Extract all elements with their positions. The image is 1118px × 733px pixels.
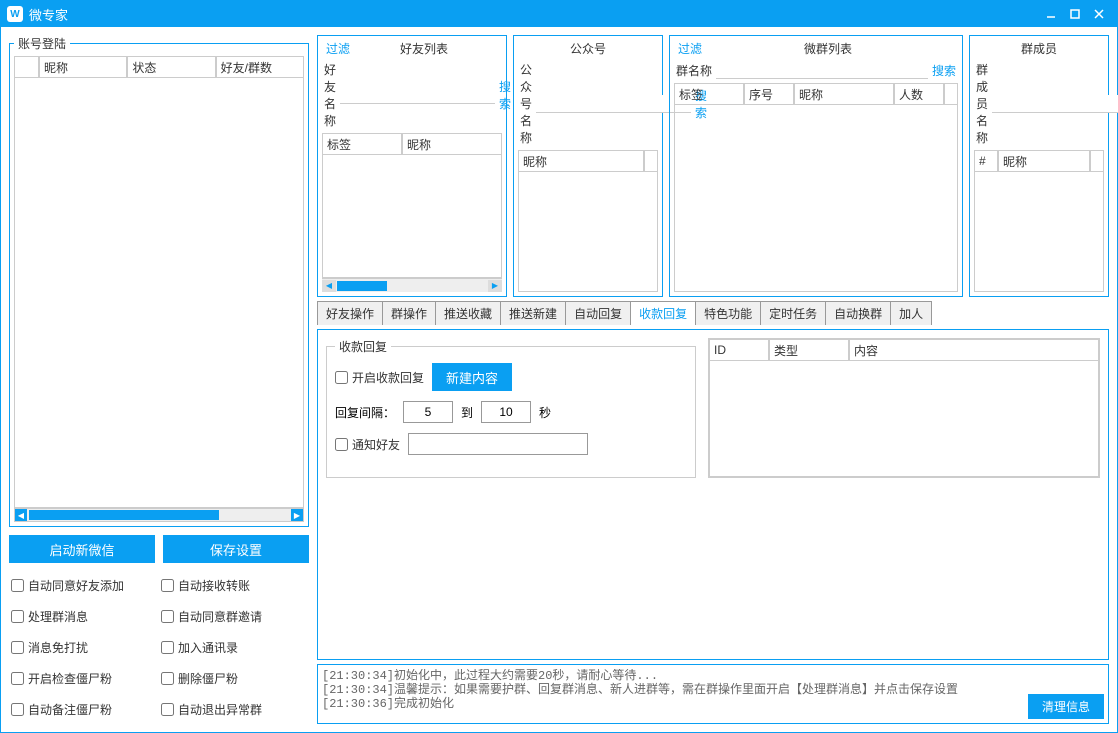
login-legend: 账号登陆 (14, 35, 70, 52)
groups-col-seq: 序号 (744, 83, 794, 105)
log-text: [21:30:34]初始化中，此过程大约需要20秒，请耐心等待... [21:3… (322, 669, 1020, 719)
chk-auto-note-zombie[interactable]: 自动备注僵尸粉 (11, 701, 157, 718)
friends-search-button[interactable]: 搜索 (499, 78, 511, 112)
interval-seconds: 秒 (539, 404, 551, 421)
tab-push-fav[interactable]: 推送收藏 (435, 301, 501, 325)
groups-search-label: 群名称 (676, 62, 712, 79)
groups-col-tag: 标签 (674, 83, 744, 105)
members-grid-body[interactable] (974, 172, 1104, 292)
groups-col-nick: 昵称 (794, 83, 894, 105)
close-button[interactable] (1087, 4, 1111, 24)
friends-grid-body[interactable] (322, 155, 502, 278)
scroll-left-icon[interactable]: ◀ (322, 280, 336, 292)
notify-friend-input[interactable] (408, 433, 588, 455)
chk-notify-friend[interactable]: 通知好友 (335, 436, 400, 453)
clear-log-button[interactable]: 清理信息 (1028, 694, 1104, 719)
log-panel: [21:30:34]初始化中，此过程大约需要20秒，请耐心等待... [21:3… (317, 664, 1109, 724)
login-col-friends: 好友/群数 (216, 56, 304, 78)
scroll-left-icon[interactable]: ◀ (15, 509, 27, 521)
login-fieldset: 账号登陆 昵称 状态 好友/群数 ◀ ▶ (9, 35, 309, 527)
friends-col-nick: 昵称 (402, 133, 502, 155)
tab-content: 收款回复 开启收款回复 新建内容 回复间隔： 到 秒 通知好友 (317, 329, 1109, 660)
tab-auto-switch[interactable]: 自动换群 (825, 301, 891, 325)
chk-dnd[interactable]: 消息免打扰 (11, 639, 157, 656)
pay-col-id: ID (709, 339, 769, 361)
login-hscroll[interactable]: ◀ ▶ (14, 508, 304, 522)
groups-filter-link[interactable]: 过滤 (678, 40, 702, 57)
members-col-hash: # (974, 150, 998, 172)
interval-label: 回复间隔： (335, 404, 395, 421)
interval-from-input[interactable] (403, 401, 453, 423)
official-search-label: 公众号名称 (520, 61, 532, 146)
login-col-status: 状态 (127, 56, 215, 78)
login-col-blank (14, 56, 39, 78)
tab-auto-reply[interactable]: 自动回复 (565, 301, 631, 325)
friends-col-tag: 标签 (322, 133, 402, 155)
members-title: 群成员 (978, 40, 1100, 57)
titlebar: W 微专家 (1, 1, 1117, 27)
tab-special[interactable]: 特色功能 (695, 301, 761, 325)
scroll-right-icon[interactable]: ▶ (291, 509, 303, 521)
scroll-right-icon[interactable]: ▶ (488, 280, 502, 292)
chk-auto-leave-abnormal[interactable]: 自动退出异常群 (161, 701, 307, 718)
official-col-nick: 昵称 (518, 150, 644, 172)
app-logo: W (7, 6, 23, 22)
groups-col-count: 人数 (894, 83, 944, 105)
members-col-nick: 昵称 (998, 150, 1090, 172)
pay-content-table: ID 类型 内容 (708, 338, 1100, 478)
friends-hscroll[interactable]: ◀ ▶ (322, 278, 502, 292)
interval-to-label: 到 (461, 404, 473, 421)
tab-pay-reply[interactable]: 收款回复 (630, 301, 696, 325)
chk-auto-accept-transfer[interactable]: 自动接收转账 (161, 577, 307, 594)
friends-title: 好友列表 (350, 40, 498, 57)
chk-auto-accept-group-invite[interactable]: 自动同意群邀请 (161, 608, 307, 625)
interval-to-input[interactable] (481, 401, 531, 423)
login-col-nick: 昵称 (39, 56, 127, 78)
tab-timed[interactable]: 定时任务 (760, 301, 826, 325)
chk-auto-accept-friend[interactable]: 自动同意好友添加 (11, 577, 157, 594)
maximize-button[interactable] (1063, 4, 1087, 24)
chk-check-zombie[interactable]: 开启检查僵尸粉 (11, 670, 157, 687)
friends-filter-link[interactable]: 过滤 (326, 40, 350, 57)
groups-col-blank (944, 83, 958, 105)
members-col-blank (1090, 150, 1104, 172)
scroll-thumb[interactable] (29, 510, 219, 520)
members-search-label: 群成员名称 (976, 61, 988, 146)
groups-grid-body[interactable] (674, 105, 958, 292)
groups-search-button[interactable]: 搜索 (932, 62, 956, 79)
pay-col-type: 类型 (769, 339, 849, 361)
groups-search-input[interactable] (716, 61, 928, 79)
official-title: 公众号 (522, 40, 654, 57)
tab-friend-ops[interactable]: 好友操作 (317, 301, 383, 325)
official-col-blank (644, 150, 658, 172)
chk-enable-pay-reply[interactable]: 开启收款回复 (335, 369, 424, 386)
tab-bar: 好友操作 群操作 推送收藏 推送新建 自动回复 收款回复 特色功能 定时任务 自… (317, 301, 1109, 325)
pay-legend: 收款回复 (335, 338, 391, 355)
chk-handle-group-msg[interactable]: 处理群消息 (11, 608, 157, 625)
save-settings-button[interactable]: 保存设置 (163, 535, 309, 563)
chk-add-to-contacts[interactable]: 加入通讯录 (161, 639, 307, 656)
official-search-input[interactable] (536, 95, 691, 113)
pay-table-body[interactable] (709, 361, 1099, 477)
friends-search-input[interactable] (340, 86, 495, 104)
minimize-button[interactable] (1039, 4, 1063, 24)
friends-search-label: 好友名称 (324, 61, 336, 129)
chk-remove-zombie[interactable]: 删除僵尸粉 (161, 670, 307, 687)
members-search-input[interactable] (992, 95, 1118, 113)
new-content-button[interactable]: 新建内容 (432, 363, 512, 391)
groups-title: 微群列表 (702, 40, 954, 57)
tab-push-new[interactable]: 推送新建 (500, 301, 566, 325)
official-grid-body[interactable] (518, 172, 658, 292)
pay-reply-fieldset: 收款回复 开启收款回复 新建内容 回复间隔： 到 秒 通知好友 (326, 338, 696, 478)
options-checks: 自动同意好友添加 自动接收转账 处理群消息 自动同意群邀请 消息免打扰 加入通讯… (9, 571, 309, 724)
app-title: 微专家 (29, 5, 1039, 24)
pay-col-content: 内容 (849, 339, 1099, 361)
start-wechat-button[interactable]: 启动新微信 (9, 535, 155, 563)
scroll-thumb[interactable] (337, 281, 387, 291)
tab-group-ops[interactable]: 群操作 (382, 301, 436, 325)
tab-add-people[interactable]: 加人 (890, 301, 932, 325)
login-grid-body[interactable] (14, 78, 304, 508)
